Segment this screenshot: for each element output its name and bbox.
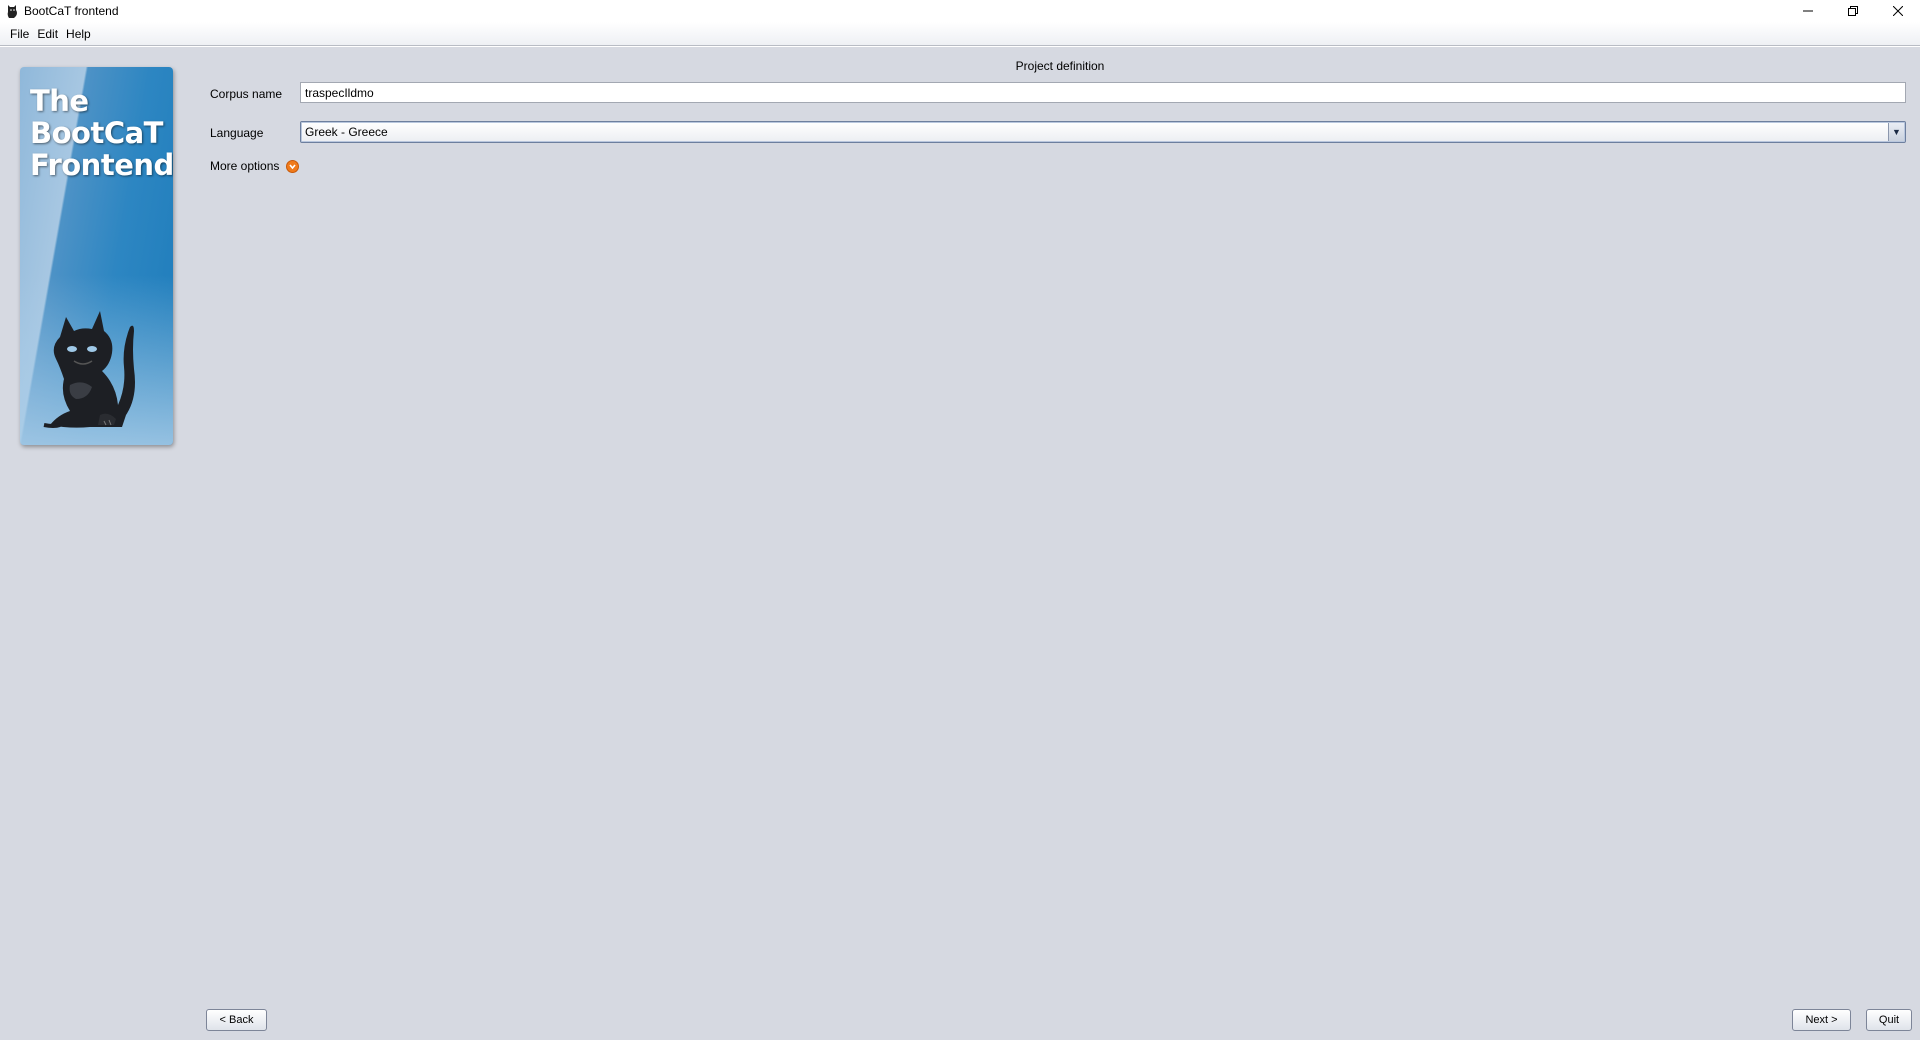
menu-file[interactable]: File	[6, 27, 33, 41]
language-selected-value: Greek - Greece	[305, 125, 388, 139]
menu-edit[interactable]: Edit	[33, 27, 62, 41]
minimize-button[interactable]	[1785, 0, 1830, 22]
corpus-name-label: Corpus name	[210, 87, 283, 101]
restore-icon	[1847, 6, 1858, 16]
close-icon	[1892, 6, 1903, 16]
restore-button[interactable]	[1830, 0, 1875, 22]
section-title: Project definition	[1015, 59, 1105, 73]
expand-circle-icon[interactable]	[286, 159, 300, 173]
chevron-down-small-icon	[289, 163, 296, 169]
close-button[interactable]	[1875, 0, 1920, 22]
minimize-icon	[1802, 10, 1813, 12]
cat-mascot-icon	[43, 311, 135, 428]
more-options-label: More options	[210, 159, 280, 173]
language-select[interactable]: Greek - Greece ▼	[300, 121, 1906, 143]
menu-bar: File Edit Help	[0, 22, 1920, 46]
window-title: BootCaT frontend	[24, 4, 119, 18]
quit-button[interactable]: Quit	[1866, 1009, 1912, 1031]
banner-logo-text: The BootCaT Frontend	[30, 84, 173, 182]
chevron-down-icon[interactable]: ▼	[1888, 123, 1904, 141]
banner-line-2: BootCaT	[30, 116, 163, 150]
back-button[interactable]: < Back	[206, 1009, 267, 1031]
banner-line-3: Frontend	[30, 148, 173, 182]
banner-line-1: The	[30, 84, 89, 118]
language-label: Language	[210, 126, 264, 140]
more-options-toggle[interactable]: More options	[210, 159, 300, 173]
next-button[interactable]: Next >	[1792, 1009, 1851, 1031]
window-controls	[1785, 0, 1920, 22]
bootcat-banner: The BootCaT Frontend	[20, 67, 173, 445]
title-bar: BootCaT frontend	[0, 0, 1920, 22]
menu-help[interactable]: Help	[62, 27, 95, 41]
bootcat-app-icon	[7, 5, 18, 18]
corpus-name-input[interactable]	[300, 82, 1906, 103]
main-panel: The BootCaT Frontend Project definition …	[0, 47, 1920, 1040]
